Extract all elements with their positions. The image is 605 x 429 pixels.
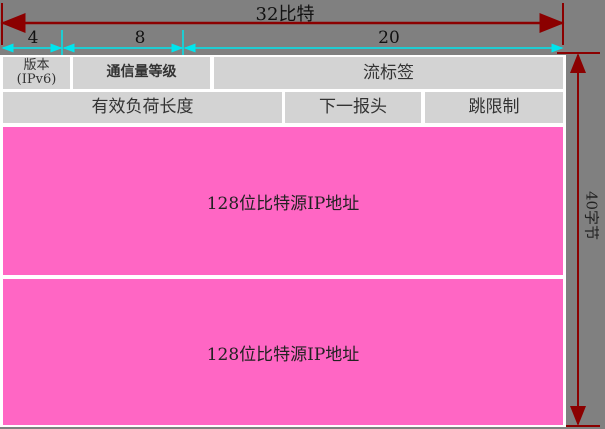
field-payload-length: 有效负荷长度 [3, 92, 282, 123]
total-height-label: 40字节 [582, 190, 601, 241]
field-version: 版本 (IPv6) [3, 57, 70, 89]
bits-flow-label: 20 [378, 28, 400, 48]
total-width-label: 32比特 [255, 4, 315, 25]
field-flow-label: 流标签 [214, 57, 563, 89]
field-traffic-class: 通信量等级 [73, 57, 210, 89]
version-sub: (IPv6) [16, 72, 57, 87]
field-hop-limit: 跳限制 [425, 92, 563, 123]
field-destination-address: 128位比特源IP地址 [3, 279, 563, 425]
bits-traffic-class: 8 [134, 28, 146, 48]
field-next-header: 下一报头 [285, 92, 421, 123]
field-source-address: 128位比特源IP地址 [3, 127, 563, 275]
version-label: 版本 [23, 57, 50, 73]
bits-version: 4 [27, 28, 39, 48]
